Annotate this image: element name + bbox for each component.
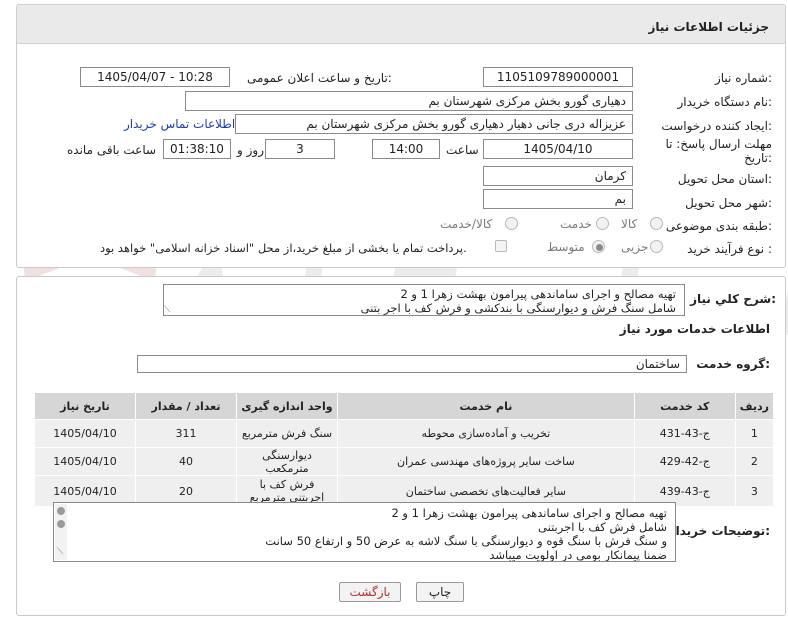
cell-need-date: 1405/04/10 (34, 447, 136, 476)
need-number-field: 1105109789000001 (483, 67, 633, 87)
resize-grip-icon[interactable]: ⟍ (164, 306, 172, 315)
table-row: 1 ج-43-431 تخریب و آماده‌سازی محوطه سنگ … (34, 419, 775, 448)
summary-textarea[interactable]: تهیه مصالح و اجرای ساماندهی پیرامون بهشت… (163, 284, 685, 316)
purchase-type-label: نوع فرآیند خرید : (687, 242, 772, 256)
cell-service-code: ج-42-429 (633, 447, 736, 476)
summary-line-2: شامل سنگ فرش و دیوارسنگی با بندکشی و فرش… (360, 301, 676, 315)
purchase-option-medium: متوسط (547, 240, 585, 254)
purchase-radio-medium[interactable] (592, 240, 605, 253)
province-field: کرمان (483, 166, 633, 186)
notes-line-2: شامل فرش کف با اجربتنی (538, 520, 667, 534)
treasury-payment-checkbox[interactable] (495, 240, 507, 252)
requester-field: عزیزاله دری جانی دهیار دهیاری گورو بخش م… (235, 114, 633, 134)
col-unit: واحد اندازه گیری (236, 392, 338, 420)
category-label: طبقه بندی موضوعی: (665, 219, 772, 233)
treasury-payment-note: پرداخت تمام یا بخشی از مبلغ خرید،از محل … (100, 241, 467, 255)
category-radio-both[interactable] (505, 217, 518, 230)
col-quantity: تعداد / مقدار (135, 392, 237, 420)
cell-service-name: تخریب و آماده‌سازی محوطه (337, 419, 635, 448)
scroll-thumb[interactable] (57, 520, 65, 528)
service-group-label: گروه خدمت: (696, 357, 770, 371)
scroll-up-icon[interactable] (57, 507, 65, 515)
notes-scrollbar[interactable]: ⟍ (55, 504, 67, 560)
remaining-label: ساعت باقی مانده (67, 143, 157, 157)
deadline-time-field: 14:00 (372, 139, 440, 159)
days-label: روز و (237, 143, 264, 157)
category-radio-goods[interactable] (650, 217, 663, 230)
buyer-org-label: نام دستگاه خریدار: (677, 95, 773, 109)
category-option-both: کالا/خدمت (440, 217, 493, 231)
notes-line-3: و سنگ فرش با سنگ قوه و دیوارسنگی با سنگ … (265, 534, 667, 548)
buyer-notes-textarea[interactable]: تهیه مصالح و اجرای ساماندهی پیرامون بهشت… (53, 502, 676, 562)
purchase-option-minor: جزیی (621, 240, 649, 254)
page-title: جزئیات اطلاعات نیاز (648, 20, 769, 34)
resize-grip-icon[interactable]: ⟍ (57, 548, 66, 557)
cell-unit: سنگ فرش مترمربع (236, 419, 338, 448)
category-option-service: خدمت (560, 217, 592, 231)
deadline-label: مهلت ارسال پاسخ: تا تاریخ: (665, 137, 772, 165)
services-info-title: اطلاعات خدمات مورد نیاز (619, 322, 770, 336)
back-button[interactable]: بازگشت (339, 582, 401, 602)
table-row: 2 ج-42-429 ساخت سایر پروژه‌های مهندسی عم… (34, 447, 775, 476)
days-field: 3 (265, 139, 335, 159)
need-number-label: شماره نیاز: (714, 71, 772, 85)
summary-label: شرح کلي نياز: (690, 292, 776, 306)
announce-datetime-label: تاریخ و ساعت اعلان عمومی: (247, 71, 392, 85)
city-label: شهر محل تحویل: (685, 196, 772, 210)
cell-need-date: 1405/04/10 (34, 419, 136, 448)
remaining-time-field: 01:38:10 (163, 139, 231, 159)
col-need-date: تاریخ نیاز (34, 392, 136, 420)
deadline-date-field: 1405/04/10 (483, 139, 633, 159)
notes-line-4: ضمنا پیمانکار بومی در اولویت میباشد (489, 548, 667, 562)
notes-line-1: تهیه مصالح و اجرای ساماندهی پیرامون بهشت… (391, 506, 667, 520)
buyer-contact-link[interactable]: اطلاعات تماس خریدار (124, 117, 235, 131)
col-service-name: نام خدمت (337, 392, 635, 420)
summary-line-1: تهیه مصالح و اجرای ساماندهی پیرامون بهشت… (400, 287, 676, 301)
cell-row-number: 1 (734, 419, 775, 448)
cell-service-code: ج-43-431 (633, 419, 736, 448)
table-header-row: ردیف کد خدمت نام خدمت واحد اندازه گیری ت… (34, 392, 775, 420)
purchase-radio-minor[interactable] (650, 240, 663, 253)
city-field: بم (483, 189, 633, 209)
col-service-code: کد خدمت (633, 392, 736, 420)
print-button[interactable]: چاپ (416, 582, 464, 602)
requester-label: ایجاد کننده درخواست: (661, 119, 772, 133)
time-label: ساعت (446, 143, 479, 157)
cell-quantity: 311 (135, 419, 237, 448)
buyer-org-field: دهیاری گورو بخش مرکزی شهرستان بم (185, 91, 633, 111)
cell-row-number: 2 (734, 447, 775, 476)
category-option-goods: کالا (621, 217, 638, 231)
services-table: ردیف کد خدمت نام خدمت واحد اندازه گیری ت… (34, 392, 775, 507)
province-label: استان محل تحویل: (677, 172, 772, 186)
cell-service-name: ساخت سایر پروژه‌های مهندسی عمران (337, 447, 635, 476)
category-radio-service[interactable] (596, 217, 609, 230)
announce-datetime-field: 1405/04/07 - 10:28 (80, 67, 230, 87)
service-group-field: ساختمان (137, 355, 687, 373)
cell-row-number: 3 (734, 475, 775, 507)
col-row-number: ردیف (734, 392, 775, 420)
cell-unit: دیوارسنگی مترمکعب (236, 447, 338, 476)
cell-quantity: 40 (135, 447, 237, 476)
details-header: جزئیات اطلاعات نیاز (16, 4, 786, 44)
buyer-notes-label: توضیحات خریدار: (668, 524, 770, 538)
